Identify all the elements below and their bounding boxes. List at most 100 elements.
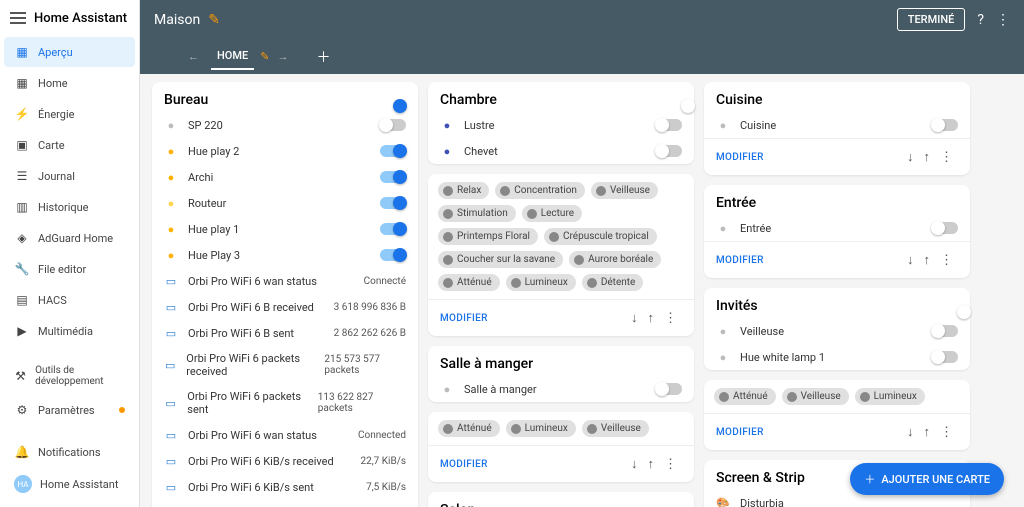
toggle-cuisine[interactable]: [932, 119, 958, 131]
move-up-icon[interactable]: ↑: [919, 422, 936, 442]
move-up-icon[interactable]: ↑: [919, 250, 936, 270]
scene-chip[interactable]: Printemps Floral: [438, 228, 538, 245]
dashboard-icon: ▦: [14, 44, 30, 60]
toggle-salle[interactable]: [656, 383, 682, 395]
modifier-button[interactable]: MODIFIER: [716, 152, 764, 163]
sidebar-item-multimedia[interactable]: ▶Multimédia: [4, 316, 135, 346]
move-down-icon[interactable]: ↓: [902, 422, 919, 442]
hammer-icon: ⚒: [14, 368, 27, 384]
bulb-icon: ●: [440, 382, 454, 396]
sidebar-item-apercu[interactable]: ▦Aperçu: [4, 37, 135, 67]
card-menu-icon[interactable]: ⋮: [935, 148, 958, 167]
card-title: Entrée: [716, 195, 756, 211]
bulb-icon: ●: [716, 118, 730, 132]
sidebar-item-journal[interactable]: ☰Journal: [4, 161, 135, 191]
toggle-hue-play-3[interactable]: [380, 249, 406, 261]
palette-icon: [443, 424, 453, 434]
palette-icon: [587, 424, 597, 434]
scene-chip[interactable]: Atténué: [438, 274, 500, 291]
sidebar-item-hacs[interactable]: ▤HACS: [4, 285, 135, 315]
card-invites: Invités ●Veilleuse ●Hue white lamp 1: [704, 288, 970, 370]
sidebar-item-historique[interactable]: ▥Historique: [4, 192, 135, 222]
scene-chip[interactable]: Veilleuse: [591, 182, 658, 199]
move-up-icon[interactable]: ↑: [919, 147, 936, 167]
menu-dots-icon[interactable]: ⋮: [996, 12, 1010, 28]
card-menu-icon[interactable]: ⋮: [659, 309, 682, 328]
scene-chip[interactable]: Relax: [438, 182, 489, 199]
sidebar-item-file-editor[interactable]: 🔧File editor: [4, 254, 135, 284]
card-title: Salle à manger: [440, 356, 533, 372]
scene-chip[interactable]: Lecture: [522, 205, 582, 222]
scene-chip[interactable]: Détente: [582, 274, 644, 291]
card-menu-icon[interactable]: ⋮: [659, 455, 682, 474]
scene-chip[interactable]: Aurore boréale: [569, 251, 661, 268]
tab-forward-icon[interactable]: →: [269, 46, 296, 67]
scene-chip[interactable]: Concentration: [495, 182, 585, 199]
toggle-chevet[interactable]: [656, 145, 682, 157]
sidebar-item-energie[interactable]: ⚡Énergie: [4, 99, 135, 129]
toggle-hue-play-1[interactable]: [380, 223, 406, 235]
card-title: Salon: [440, 502, 475, 507]
sidebar-item-carte[interactable]: ▣Carte: [4, 130, 135, 160]
toggle-hue-play-2[interactable]: [380, 145, 406, 157]
help-icon[interactable]: ?: [977, 12, 984, 28]
bulb-icon: ●: [164, 118, 178, 132]
card-menu-icon[interactable]: ⋮: [935, 423, 958, 442]
scene-chip[interactable]: Veilleuse: [782, 388, 849, 405]
scene-chip[interactable]: Veilleuse: [582, 420, 649, 437]
chip-label: Atténué: [733, 391, 768, 402]
scene-chip[interactable]: Atténué: [714, 388, 776, 405]
scene-chip[interactable]: Lumineux: [506, 420, 576, 437]
scene-chip[interactable]: Coucher sur la savane: [438, 251, 563, 268]
bulb-icon: ●: [164, 170, 178, 184]
toggle-routeur[interactable]: [380, 197, 406, 209]
toggle-sp220[interactable]: [380, 119, 406, 131]
bulb-icon: ●: [716, 221, 730, 235]
move-up-icon[interactable]: ↑: [643, 308, 660, 328]
menu-icon[interactable]: [10, 10, 26, 26]
modifier-button[interactable]: MODIFIER: [440, 313, 488, 324]
move-down-icon[interactable]: ↓: [626, 454, 643, 474]
edit-tab-icon[interactable]: ✎: [260, 50, 269, 63]
add-tab-icon[interactable]: ＋: [316, 47, 330, 67]
toggle-hue-white[interactable]: [932, 351, 958, 363]
sidebar-item-dev[interactable]: ⚒Outils de développement: [4, 358, 135, 394]
bulb-icon: ●: [164, 196, 178, 210]
sidebar-item-settings[interactable]: ⚙Paramètres: [4, 395, 135, 425]
modifier-button[interactable]: MODIFIER: [716, 427, 764, 438]
scene-chip[interactable]: Lumineux: [855, 388, 925, 405]
chip-label: Coucher sur la savane: [457, 254, 555, 265]
move-down-icon[interactable]: ↓: [626, 308, 643, 328]
palette-icon: [443, 209, 453, 219]
tab-back-icon[interactable]: ←: [180, 46, 207, 67]
toggle-archi[interactable]: [380, 171, 406, 183]
edit-title-icon[interactable]: ✎: [208, 12, 220, 28]
move-down-icon[interactable]: ↓: [902, 250, 919, 270]
scene-chip[interactable]: Crépuscule tropical: [544, 228, 657, 245]
sidebar-item-zwave[interactable]: ᙎZ-Wave JS: [4, 347, 135, 357]
toggle-veilleuse-inv[interactable]: [932, 325, 958, 337]
palette-icon: [574, 255, 584, 265]
scene-chip[interactable]: Lumineux: [506, 274, 576, 291]
card-title: Screen & Strip: [716, 470, 805, 486]
scene-chip[interactable]: Atténué: [438, 420, 500, 437]
sidebar-item-home[interactable]: ▦Home: [4, 68, 135, 98]
modifier-button[interactable]: MODIFIER: [440, 459, 488, 470]
add-card-fab[interactable]: ＋ AJOUTER UNE CARTE: [850, 463, 1004, 495]
sidebar-item-notifications[interactable]: 🔔Notifications: [4, 437, 135, 467]
chip-label: Crépuscule tropical: [563, 231, 649, 242]
move-up-icon[interactable]: ↑: [643, 454, 660, 474]
toggle-lustre[interactable]: [656, 119, 682, 131]
scene-chip[interactable]: Stimulation: [438, 205, 516, 222]
done-button[interactable]: TERMINÉ: [897, 8, 966, 31]
toggle-entree[interactable]: [932, 222, 958, 234]
move-down-icon[interactable]: ↓: [902, 147, 919, 167]
palette-icon: [549, 232, 559, 242]
router-icon: ▭: [164, 396, 177, 410]
tab-home[interactable]: HOME: [211, 43, 254, 70]
sidebar-item-user[interactable]: HAHome Assistant: [4, 468, 135, 500]
card-menu-icon[interactable]: ⋮: [935, 251, 958, 270]
chip-label: Stimulation: [457, 208, 508, 219]
modifier-button[interactable]: MODIFIER: [716, 255, 764, 266]
sidebar-item-adguard[interactable]: ◈AdGuard Home: [4, 223, 135, 253]
